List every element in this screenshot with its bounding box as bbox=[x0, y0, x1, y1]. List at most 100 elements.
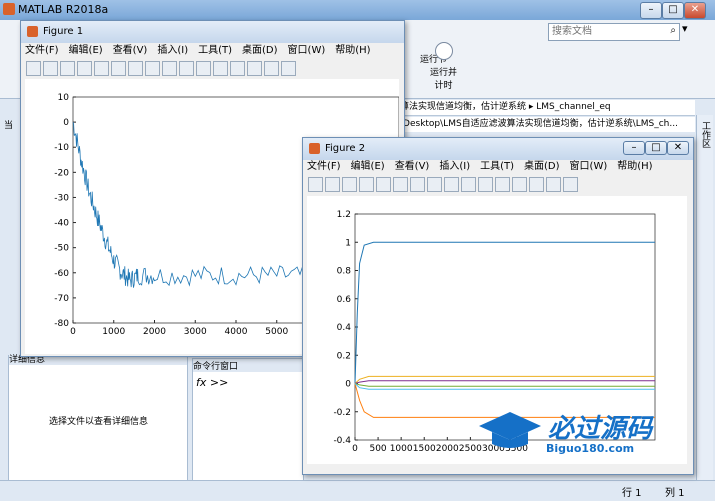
y-tick-label: 0.4 bbox=[337, 323, 352, 333]
x-tick-label: 3000 bbox=[184, 327, 207, 337]
figure2-minimize-button[interactable]: – bbox=[623, 141, 645, 155]
left-panel-tab[interactable]: 当 bbox=[4, 118, 13, 131]
zoom-out-icon[interactable] bbox=[128, 61, 143, 76]
y-tick-label: 0.2 bbox=[337, 351, 351, 361]
print-icon[interactable] bbox=[359, 177, 374, 192]
menu-help[interactable]: 帮助(H) bbox=[335, 43, 370, 59]
y-tick-label: 0 bbox=[345, 380, 351, 390]
brush-icon[interactable] bbox=[478, 177, 493, 192]
save-icon[interactable] bbox=[60, 61, 75, 76]
print-icon[interactable] bbox=[77, 61, 92, 76]
search-box[interactable]: ⌕ bbox=[548, 23, 680, 41]
figure2-maximize-button[interactable]: □ bbox=[645, 141, 667, 155]
menu-tools[interactable]: 工具(T) bbox=[480, 159, 514, 175]
open-icon[interactable] bbox=[325, 177, 340, 192]
matlab-titlebar: MATLAB R2018a – □ ✕ bbox=[0, 0, 715, 20]
menu-desktop[interactable]: 桌面(D) bbox=[524, 159, 560, 175]
menu-view[interactable]: 查看(V) bbox=[113, 43, 148, 59]
close-button[interactable]: ✕ bbox=[684, 2, 706, 19]
menu-window[interactable]: 窗口(W) bbox=[570, 159, 608, 175]
menu-file[interactable]: 文件(F) bbox=[307, 159, 341, 175]
pointer-icon[interactable] bbox=[94, 61, 109, 76]
hide-tools-icon[interactable] bbox=[264, 61, 279, 76]
x-tick-label: 1500 bbox=[413, 444, 436, 454]
figure-icon bbox=[309, 143, 320, 154]
maximize-button[interactable]: □ bbox=[662, 2, 684, 19]
pointer-icon[interactable] bbox=[376, 177, 391, 192]
colorbar-icon[interactable] bbox=[512, 177, 527, 192]
x-tick-label: 500 bbox=[369, 444, 386, 454]
workspace-tab[interactable]: 工作区 bbox=[696, 115, 713, 480]
workspace-tab-label: 工作区 bbox=[700, 121, 710, 148]
menu-help[interactable]: 帮助(H) bbox=[617, 159, 652, 175]
figure1-menubar: 文件(F) 编辑(E) 查看(V) 插入(I) 工具(T) 桌面(D) 窗口(W) 帮助(H) bbox=[25, 43, 381, 59]
y-tick-label: -0.2 bbox=[333, 408, 351, 418]
brush-icon[interactable] bbox=[196, 61, 211, 76]
zoom-in-icon[interactable] bbox=[393, 177, 408, 192]
minimize-button[interactable]: – bbox=[640, 2, 662, 19]
run-timer-icon[interactable] bbox=[435, 42, 453, 60]
x-tick-label: 2000 bbox=[436, 444, 459, 454]
colorbar-icon[interactable] bbox=[230, 61, 245, 76]
menu-edit[interactable]: 编辑(E) bbox=[69, 43, 103, 59]
data-cursor-icon[interactable] bbox=[179, 61, 194, 76]
search-input[interactable] bbox=[549, 24, 665, 39]
status-col: 列 1 bbox=[665, 488, 685, 499]
pan-icon[interactable] bbox=[427, 177, 442, 192]
series-line-3 bbox=[354, 380, 655, 384]
series-line-4 bbox=[354, 383, 655, 387]
search-icon[interactable]: ⌕ bbox=[670, 25, 676, 36]
show-tools-icon[interactable] bbox=[281, 61, 296, 76]
open-icon[interactable] bbox=[43, 61, 58, 76]
y-tick-label: 1 bbox=[345, 238, 351, 248]
y-tick-label: -80 bbox=[54, 319, 69, 329]
command-window[interactable]: 命令行窗口 fx >> bbox=[192, 358, 304, 482]
x-tick-label: 0 bbox=[352, 444, 358, 454]
y-tick-label: -0.4 bbox=[333, 436, 351, 446]
new-figure-icon[interactable] bbox=[308, 177, 323, 192]
current-folder-bar[interactable]: 算法实现信道均衡，估计逆系统 ▸ LMS_channel_eq bbox=[400, 100, 695, 116]
show-tools-icon[interactable] bbox=[563, 177, 578, 192]
x-tick-label: 4000 bbox=[225, 327, 248, 337]
figure2-menubar: 文件(F) 编辑(E) 查看(V) 插入(I) 工具(T) 桌面(D) 窗口(W) 帮助(H) bbox=[307, 159, 663, 175]
y-tick-label: -50 bbox=[54, 244, 69, 254]
command-prompt[interactable]: fx >> bbox=[196, 376, 228, 389]
ribbon-run-timer-label[interactable]: 运行并 计时 bbox=[430, 65, 457, 91]
y-tick-label: 10 bbox=[58, 93, 70, 103]
save-icon[interactable] bbox=[342, 177, 357, 192]
new-figure-icon[interactable] bbox=[26, 61, 41, 76]
menu-tools[interactable]: 工具(T) bbox=[198, 43, 232, 59]
menu-edit[interactable]: 编辑(E) bbox=[351, 159, 385, 175]
filter-icon[interactable]: ▾ bbox=[682, 22, 688, 35]
data-cursor-icon[interactable] bbox=[461, 177, 476, 192]
legend-icon[interactable] bbox=[247, 61, 262, 76]
plot-axes-box bbox=[354, 213, 656, 441]
menu-insert[interactable]: 插入(I) bbox=[439, 159, 470, 175]
y-tick-label: -70 bbox=[54, 294, 69, 304]
figure2-title: Figure 2 bbox=[325, 143, 366, 154]
hide-tools-icon[interactable] bbox=[546, 177, 561, 192]
y-tick-label: -10 bbox=[54, 143, 69, 153]
pan-icon[interactable] bbox=[145, 61, 160, 76]
rotate-icon[interactable] bbox=[162, 61, 177, 76]
menu-window[interactable]: 窗口(W) bbox=[288, 43, 326, 59]
menu-file[interactable]: 文件(F) bbox=[25, 43, 59, 59]
folder-path-bar[interactable]: \Desktop\LMS自适应滤波算法实现信道均衡，估计逆系统\LMS_ch..… bbox=[400, 117, 695, 132]
y-tick-label: -40 bbox=[54, 219, 69, 229]
command-window-header: 命令行窗口 bbox=[193, 359, 303, 372]
series-line-0 bbox=[354, 241, 655, 384]
figure2-close-button[interactable]: ✕ bbox=[667, 141, 689, 155]
zoom-out-icon[interactable] bbox=[410, 177, 425, 192]
y-tick-label: 1.2 bbox=[337, 210, 351, 220]
zoom-in-icon[interactable] bbox=[111, 61, 126, 76]
x-tick-label: 5000 bbox=[265, 327, 288, 337]
status-bar: 行 1 列 1 bbox=[0, 480, 715, 501]
legend-icon[interactable] bbox=[529, 177, 544, 192]
menu-insert[interactable]: 插入(I) bbox=[157, 43, 188, 59]
link-icon[interactable] bbox=[495, 177, 510, 192]
menu-desktop[interactable]: 桌面(D) bbox=[242, 43, 278, 59]
watermark: 必过源码 Biguo180.com bbox=[478, 408, 678, 460]
menu-view[interactable]: 查看(V) bbox=[395, 159, 430, 175]
rotate-icon[interactable] bbox=[444, 177, 459, 192]
link-icon[interactable] bbox=[213, 61, 228, 76]
